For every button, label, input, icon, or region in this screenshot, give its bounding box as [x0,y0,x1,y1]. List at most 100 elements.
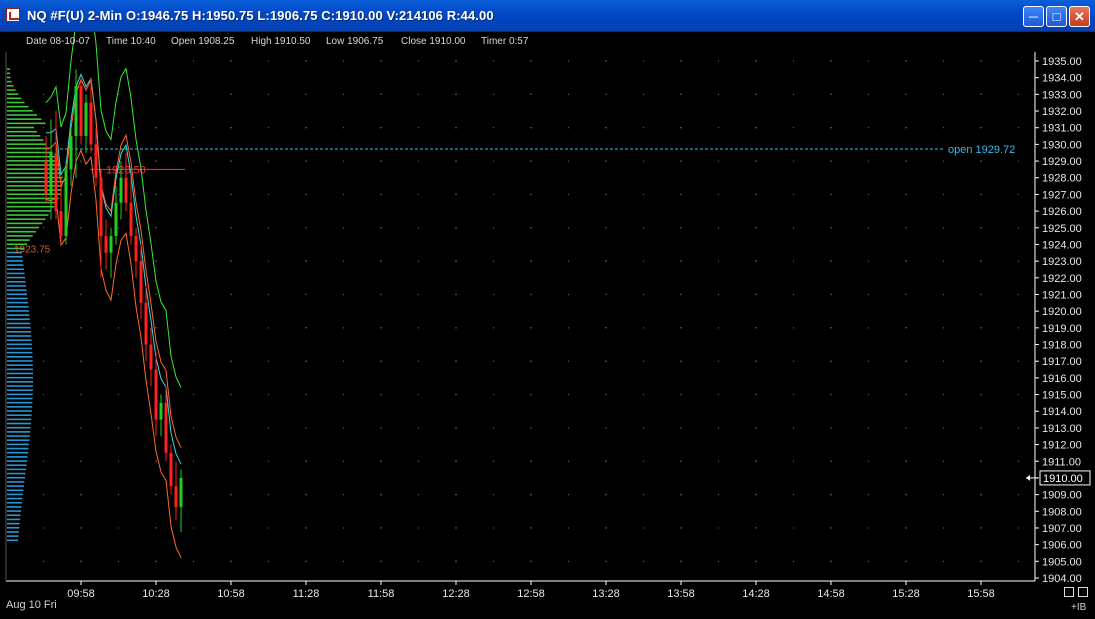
grid-dot [680,227,682,229]
grid-dot [792,293,795,296]
profile-bar [7,410,32,412]
profile-bar [7,189,62,191]
profile-bar [7,205,55,208]
grid-dot [342,393,345,396]
candle-body [109,236,113,253]
profile-bar [7,522,20,525]
grid-dot [492,560,495,562]
grid-dot [755,393,757,396]
grid-dot [380,560,382,562]
grid-dot [867,393,870,396]
grid-dot [417,260,420,262]
grid-dot [1017,327,1020,329]
grid-dot [605,494,607,496]
profile-bar [7,126,34,129]
grid-dot [905,427,907,429]
grid-dot [980,293,982,296]
grid-dot [305,393,307,396]
grid-dot [642,527,645,529]
grid-dot [830,193,832,196]
grid-dot [342,60,345,62]
y-tick-label: 1913.00 [1042,423,1082,435]
price-chart[interactable]: open 1929.721928.501923.751935.001934.00… [0,32,1095,619]
grid-dot [830,527,832,529]
grid-dot [942,227,945,229]
grid-dot [642,460,645,462]
profile-bar [7,85,14,87]
grid-dot [492,393,495,396]
grid-dot [230,293,232,296]
grid-dot [192,127,195,129]
profile-bar [7,147,50,150]
grid-dot [117,193,120,196]
profile-bar [7,535,19,537]
grid-dot [230,327,232,329]
grid-dot [530,60,532,62]
profile-bar [7,185,63,187]
profile-bar [7,406,33,408]
grid-dot [680,393,682,396]
session-date-label: Aug 10 Fri [6,599,57,611]
profile-bar [7,356,33,358]
grid-dot [417,494,420,496]
grid-dot [717,327,720,329]
grid-dot [980,560,982,562]
grid-dot [680,193,682,196]
title-bar[interactable]: NQ #F(U) 2-Min O:1946.75 H:1950.75 L:190… [0,0,1095,32]
scroll-box-left[interactable] [1064,587,1074,597]
grid-dot [792,260,795,262]
maximize-button[interactable]: □ [1046,6,1067,27]
grid-dot [642,127,645,129]
grid-dot [117,460,120,462]
chart-app-icon[interactable] [6,8,20,22]
y-tick-label: 1915.00 [1042,390,1082,402]
grid-dot [530,93,532,95]
grid-dot [42,527,45,529]
scroll-box-right[interactable] [1078,587,1088,597]
grid-dot [755,93,757,95]
value-low-label: 1923.75 [14,245,51,256]
grid-dot [642,427,645,429]
grid-dot [42,93,45,95]
grid-dot [942,93,945,95]
candle-body [114,202,118,237]
grid-dot [230,494,232,496]
profile-bar [7,451,28,454]
profile-bar [7,347,33,350]
y-tick-label: 1909.00 [1042,490,1082,502]
profile-bar [7,322,31,325]
profile-bar [7,376,33,379]
grid-dot [192,494,195,496]
grid-dot [455,327,457,329]
grid-dot [942,127,945,129]
grid-dot [380,227,382,229]
grid-dot [567,560,570,562]
close-button[interactable]: ✕ [1069,6,1090,27]
minimize-button[interactable]: ─ [1023,6,1044,27]
profile-bar [7,155,56,158]
grid-dot [530,527,532,529]
profile-bar [7,339,32,341]
grid-dot [830,260,832,262]
grid-dot [905,160,907,162]
grid-dot [980,127,982,129]
profile-bar [7,464,27,467]
grid-dot [42,494,45,496]
x-tick-label: 13:58 [667,588,695,600]
profile-bar [7,426,31,429]
grid-dot [267,93,270,95]
grid-dot [417,527,420,529]
profile-bar [7,435,30,437]
grid-dot [192,327,195,329]
grid-dot [267,494,270,496]
grid-dot [230,227,232,229]
grid-dot [567,327,570,329]
grid-dot [342,460,345,462]
grid-dot [717,127,720,129]
grid-dot [492,193,495,196]
grid-dot [1017,293,1020,296]
grid-dot [680,494,682,496]
grid-dot [267,427,270,429]
y-tick-label: 1931.00 [1042,123,1082,135]
x-tick-label: 09:58 [67,588,95,600]
